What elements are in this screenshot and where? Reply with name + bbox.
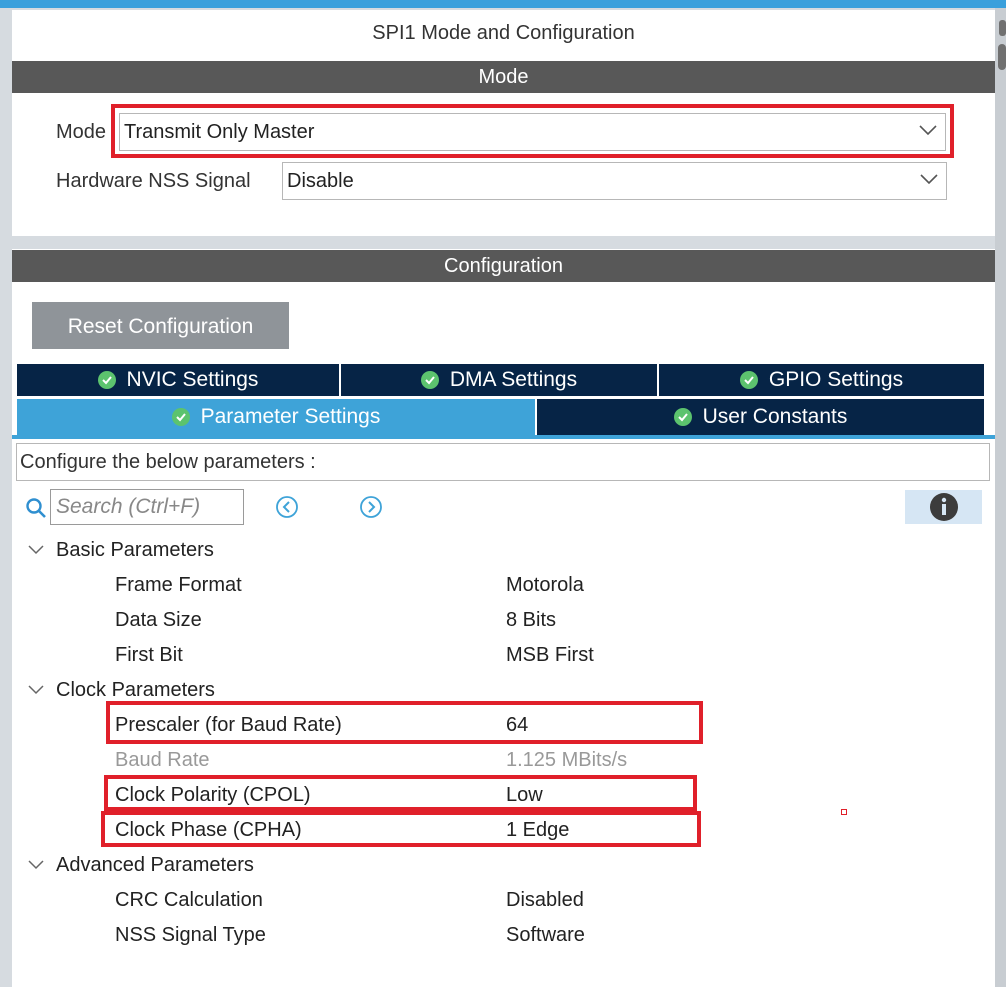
check-icon — [739, 371, 758, 389]
window-title: SPI1 Mode and Configuration — [372, 22, 635, 44]
search-icon[interactable] — [25, 497, 47, 519]
param-name[interactable]: First Bit — [115, 644, 183, 667]
configuration-header: Configuration — [12, 250, 995, 282]
param-value[interactable]: Motorola — [506, 574, 584, 597]
cpha-highlight-box — [101, 811, 701, 847]
mode-highlight-box — [111, 104, 954, 158]
tab-label: NVIC Settings — [126, 368, 259, 391]
window-top-border — [0, 0, 1006, 8]
tab-underline — [12, 435, 995, 439]
chevron-down-icon — [920, 174, 938, 185]
info-text: Configure the below parameters : — [16, 443, 990, 481]
next-icon[interactable] — [359, 495, 383, 519]
param-name: Baud Rate — [115, 749, 210, 771]
mode-label: Mode — [56, 121, 107, 143]
param-name[interactable]: NSS Signal Type — [115, 924, 266, 947]
reset-configuration-button[interactable]: Reset Configuration — [32, 302, 289, 349]
check-icon — [171, 408, 190, 426]
window-right-edge — [995, 8, 1006, 987]
check-icon — [673, 408, 692, 426]
param-value: 1.125 MBits/s — [506, 749, 628, 771]
param-value[interactable]: MSB First — [506, 644, 594, 667]
group-clock-parameters: Clock Parameters — [56, 679, 215, 701]
nss-label: Hardware NSS Signal — [56, 170, 251, 192]
check-icon — [420, 371, 439, 389]
resize-handle[interactable] — [996, 18, 1006, 70]
configuration-panel: Configuration Reset Configuration NVIC S… — [12, 249, 995, 987]
group-basic-parameters: Basic Parameters — [56, 539, 214, 561]
tab-nvic-settings[interactable]: NVIC Settings — [17, 364, 339, 396]
group-advanced-parameters: Advanced Parameters — [56, 854, 254, 876]
cpol-highlight-box — [104, 775, 697, 811]
tab-gpio-settings[interactable]: GPIO Settings — [659, 364, 984, 396]
collapse-icon[interactable] — [28, 685, 44, 695]
collapse-icon[interactable] — [28, 545, 44, 555]
collapse-icon[interactable] — [28, 860, 44, 870]
tab-user-constants[interactable]: User Constants — [537, 399, 984, 435]
nss-select-value: Disable — [287, 170, 354, 192]
nss-select[interactable]: Disable — [282, 162, 947, 200]
param-name[interactable]: Frame Format — [115, 574, 242, 597]
param-name[interactable]: CRC Calculation — [115, 889, 263, 912]
param-value[interactable]: Software — [506, 924, 585, 947]
previous-icon[interactable] — [275, 495, 299, 519]
tab-label: GPIO Settings — [768, 368, 904, 391]
tab-label: DMA Settings — [449, 368, 578, 391]
tab-label: Parameter Settings — [200, 405, 381, 428]
param-value[interactable]: 8 Bits — [506, 609, 556, 632]
param-name[interactable]: Data Size — [115, 609, 202, 632]
stray-marker — [841, 809, 847, 815]
mode-panel: SPI1 Mode and Configuration Mode Mode Tr… — [12, 10, 995, 236]
info-button[interactable] — [905, 490, 982, 524]
tab-label: User Constants — [702, 405, 848, 428]
mode-header: Mode — [12, 61, 995, 93]
check-icon — [97, 371, 116, 389]
prescaler-highlight-box — [106, 701, 703, 744]
info-icon — [929, 493, 958, 521]
tab-dma-settings[interactable]: DMA Settings — [341, 364, 657, 396]
param-value[interactable]: Disabled — [506, 889, 584, 912]
search-input[interactable] — [50, 489, 244, 525]
tab-parameter-settings[interactable]: Parameter Settings — [17, 399, 535, 435]
